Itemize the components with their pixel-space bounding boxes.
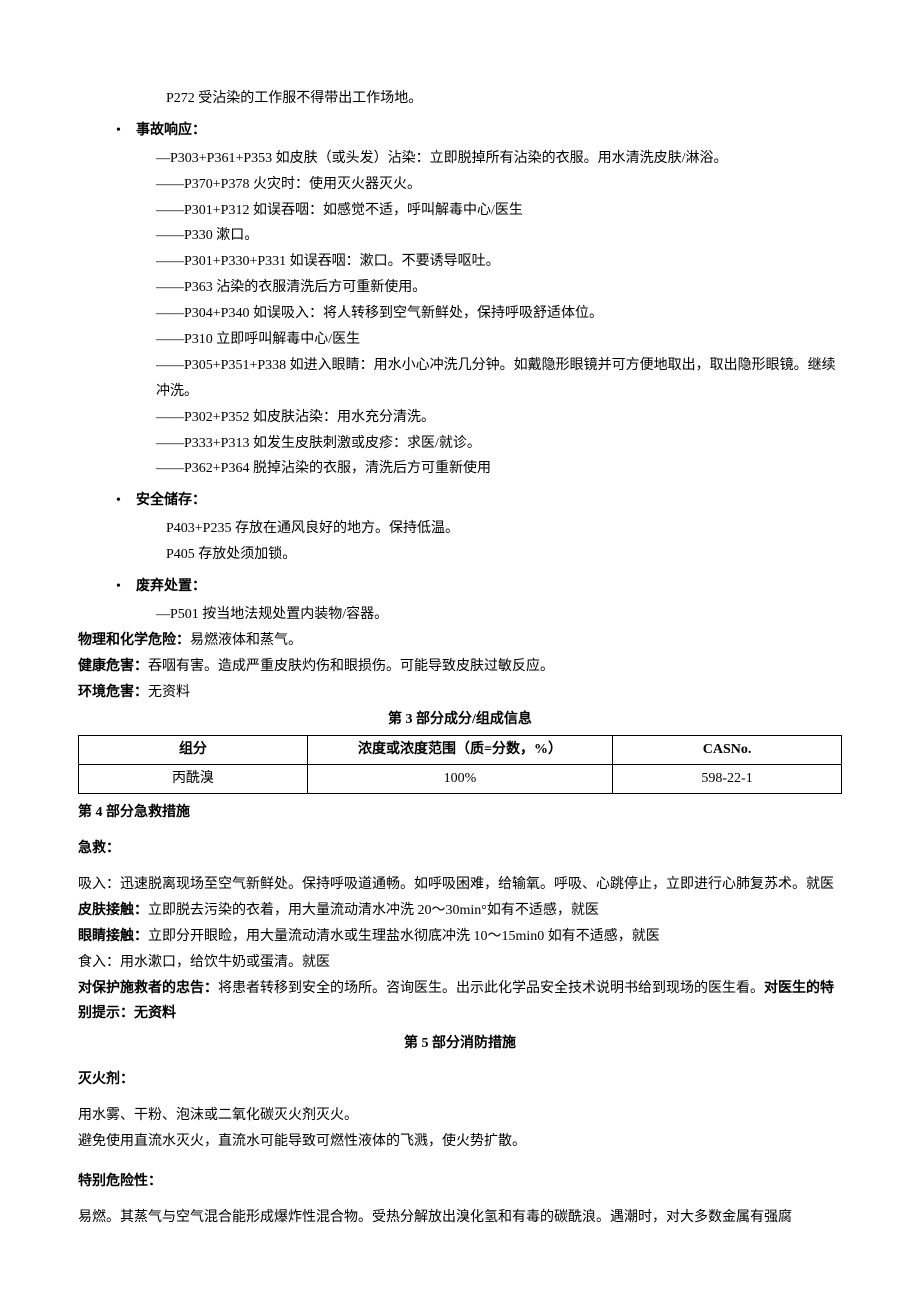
inhale-line: 吸入：迅速脱离现场至空气新鲜处。保持呼吸道通畅。如呼吸困难，给输氧。呼吸、心跳停… [78, 872, 842, 898]
storage-line: P405 存放处须加锁。 [166, 542, 842, 568]
incident-line: ——P301+P312 如误吞咽：如感觉不适，呼叫解毒中心/医生 [156, 198, 842, 224]
disposal-header: • 废弃处置： [116, 574, 842, 600]
rescuer-advice-value: 将患者转移到安全的场所。咨询医生。出示此化学品安全技术说明书给到现场的医生看。 [218, 981, 764, 996]
rescuer-advice-label: 对保护施救者的忠告： [78, 981, 218, 996]
incident-response-title: 事故响应： [136, 118, 206, 144]
cell-concentration: 100% [307, 765, 612, 794]
extinguisher-line-2: 避免使用直流水灭火，直流水可能导致可燃性液体的飞溅，使火势扩散。 [78, 1129, 842, 1155]
incident-line: ——P305+P351+P338 如进入眼睛：用水小心冲洗几分钟。如戴隐形眼镜并… [156, 353, 842, 405]
section-4-heading: 第 4 部分急救措施 [78, 800, 842, 826]
skin-contact-line: 皮肤接触：立即脱去污染的衣着，用大量流动清水冲洗 20～30min°如有不适感，… [78, 898, 842, 924]
special-danger-label: 特别危险性： [78, 1169, 842, 1195]
env-hazard-line: 环境危害：无资料 [78, 680, 842, 706]
env-hazard-value: 无资料 [148, 685, 190, 700]
table-row: 丙酰溴 100% 598-22-1 [79, 765, 842, 794]
storage-header: • 安全储存： [116, 488, 842, 514]
skin-contact-label: 皮肤接触： [78, 903, 148, 918]
incident-line: ——P333+P313 如发生皮肤刺激或皮疹：求医/就诊。 [156, 431, 842, 457]
rescuer-advice-line: 对保护施救者的忠告：将患者转移到安全的场所。咨询医生。出示此化学品安全技术说明书… [78, 976, 842, 1028]
extinguisher-line-1: 用水雾、干粉、泡沫或二氧化碳灭火剂灭火。 [78, 1103, 842, 1129]
incident-line: ——P301+P330+P331 如误吞咽：漱口。不要诱导呕吐。 [156, 249, 842, 275]
health-hazard-label: 健康危害： [78, 659, 148, 674]
incident-line: ——P330 漱口。 [156, 223, 842, 249]
special-danger-value: 易燃。其蒸气与空气混合能形成爆炸性混合物。受热分解放出溴化氢和有毒的碳酰浪。遇潮… [78, 1205, 842, 1231]
first-aid-label: 急救： [78, 836, 842, 862]
section-5-heading: 第 5 部分消防措施 [78, 1031, 842, 1057]
incident-response-header: • 事故响应： [116, 118, 842, 144]
disposal-title: 废弃处置： [136, 574, 206, 600]
cell-component: 丙酰溴 [79, 765, 308, 794]
bullet-dot-icon: • [116, 574, 136, 600]
skin-contact-value: 立即脱去污染的衣着，用大量流动清水冲洗 20～30min°如有不适感，就医 [148, 903, 599, 918]
cell-cas: 598-22-1 [613, 765, 842, 794]
table-header-row: 组分 浓度或浓度范围（质=分数，%） CASNo. [79, 736, 842, 765]
col-cas: CASNo. [613, 736, 842, 765]
incident-line: ——P362+P364 脱掉沾染的衣服，清洗后方可重新使用 [156, 456, 842, 482]
storage-line: P403+P235 存放在通风良好的地方。保持低温。 [166, 516, 842, 542]
section-3-heading: 第 3 部分成分/组成信息 [78, 707, 842, 733]
incident-line: ——P363 沾染的衣服清洗后方可重新使用。 [156, 275, 842, 301]
col-component: 组分 [79, 736, 308, 765]
eye-contact-line: 眼睛接触：立即分开眼睑，用大量流动清水或生理盐水彻底冲洗 10～15min0 如… [78, 924, 842, 950]
bullet-dot-icon: • [116, 118, 136, 144]
eye-contact-value: 立即分开眼睑，用大量流动清水或生理盐水彻底冲洗 10～15min0 如有不适感，… [148, 929, 660, 944]
incident-line: ——P302+P352 如皮肤沾染：用水充分清洗。 [156, 405, 842, 431]
env-hazard-label: 环境危害： [78, 685, 148, 700]
physical-hazard-value: 易燃液体和蒸气。 [190, 633, 302, 648]
extinguisher-label: 灭火剂： [78, 1067, 842, 1093]
composition-table: 组分 浓度或浓度范围（质=分数，%） CASNo. 丙酰溴 100% 598-2… [78, 735, 842, 794]
incident-line: ——P370+P378 火灾时：使用灭火器灭火。 [156, 172, 842, 198]
health-hazard-line: 健康危害：吞咽有害。造成严重皮肤灼伤和眼损伤。可能导致皮肤过敏反应。 [78, 654, 842, 680]
storage-title: 安全储存： [136, 488, 206, 514]
incident-line: ——P310 立即呼叫解毒中心/医生 [156, 327, 842, 353]
physical-hazard-label: 物理和化学危险： [78, 633, 190, 648]
ingest-line: 食入：用水漱口，给饮牛奶或蛋清。就医 [78, 950, 842, 976]
p272-line: P272 受沾染的工作服不得带出工作场地。 [166, 86, 842, 112]
disposal-line: —P501 按当地法规处置内装物/容器。 [156, 602, 842, 628]
incident-line: —P303+P361+P353 如皮肤（或头发）沾染：立即脱掉所有沾染的衣服。用… [156, 146, 842, 172]
col-concentration: 浓度或浓度范围（质=分数，%） [307, 736, 612, 765]
incident-line: ——P304+P340 如误吸入：将人转移到空气新鲜处，保持呼吸舒适体位。 [156, 301, 842, 327]
bullet-dot-icon: • [116, 488, 136, 514]
eye-contact-label: 眼睛接触： [78, 929, 148, 944]
health-hazard-value: 吞咽有害。造成严重皮肤灼伤和眼损伤。可能导致皮肤过敏反应。 [148, 659, 554, 674]
physical-hazard-line: 物理和化学危险：易燃液体和蒸气。 [78, 628, 842, 654]
